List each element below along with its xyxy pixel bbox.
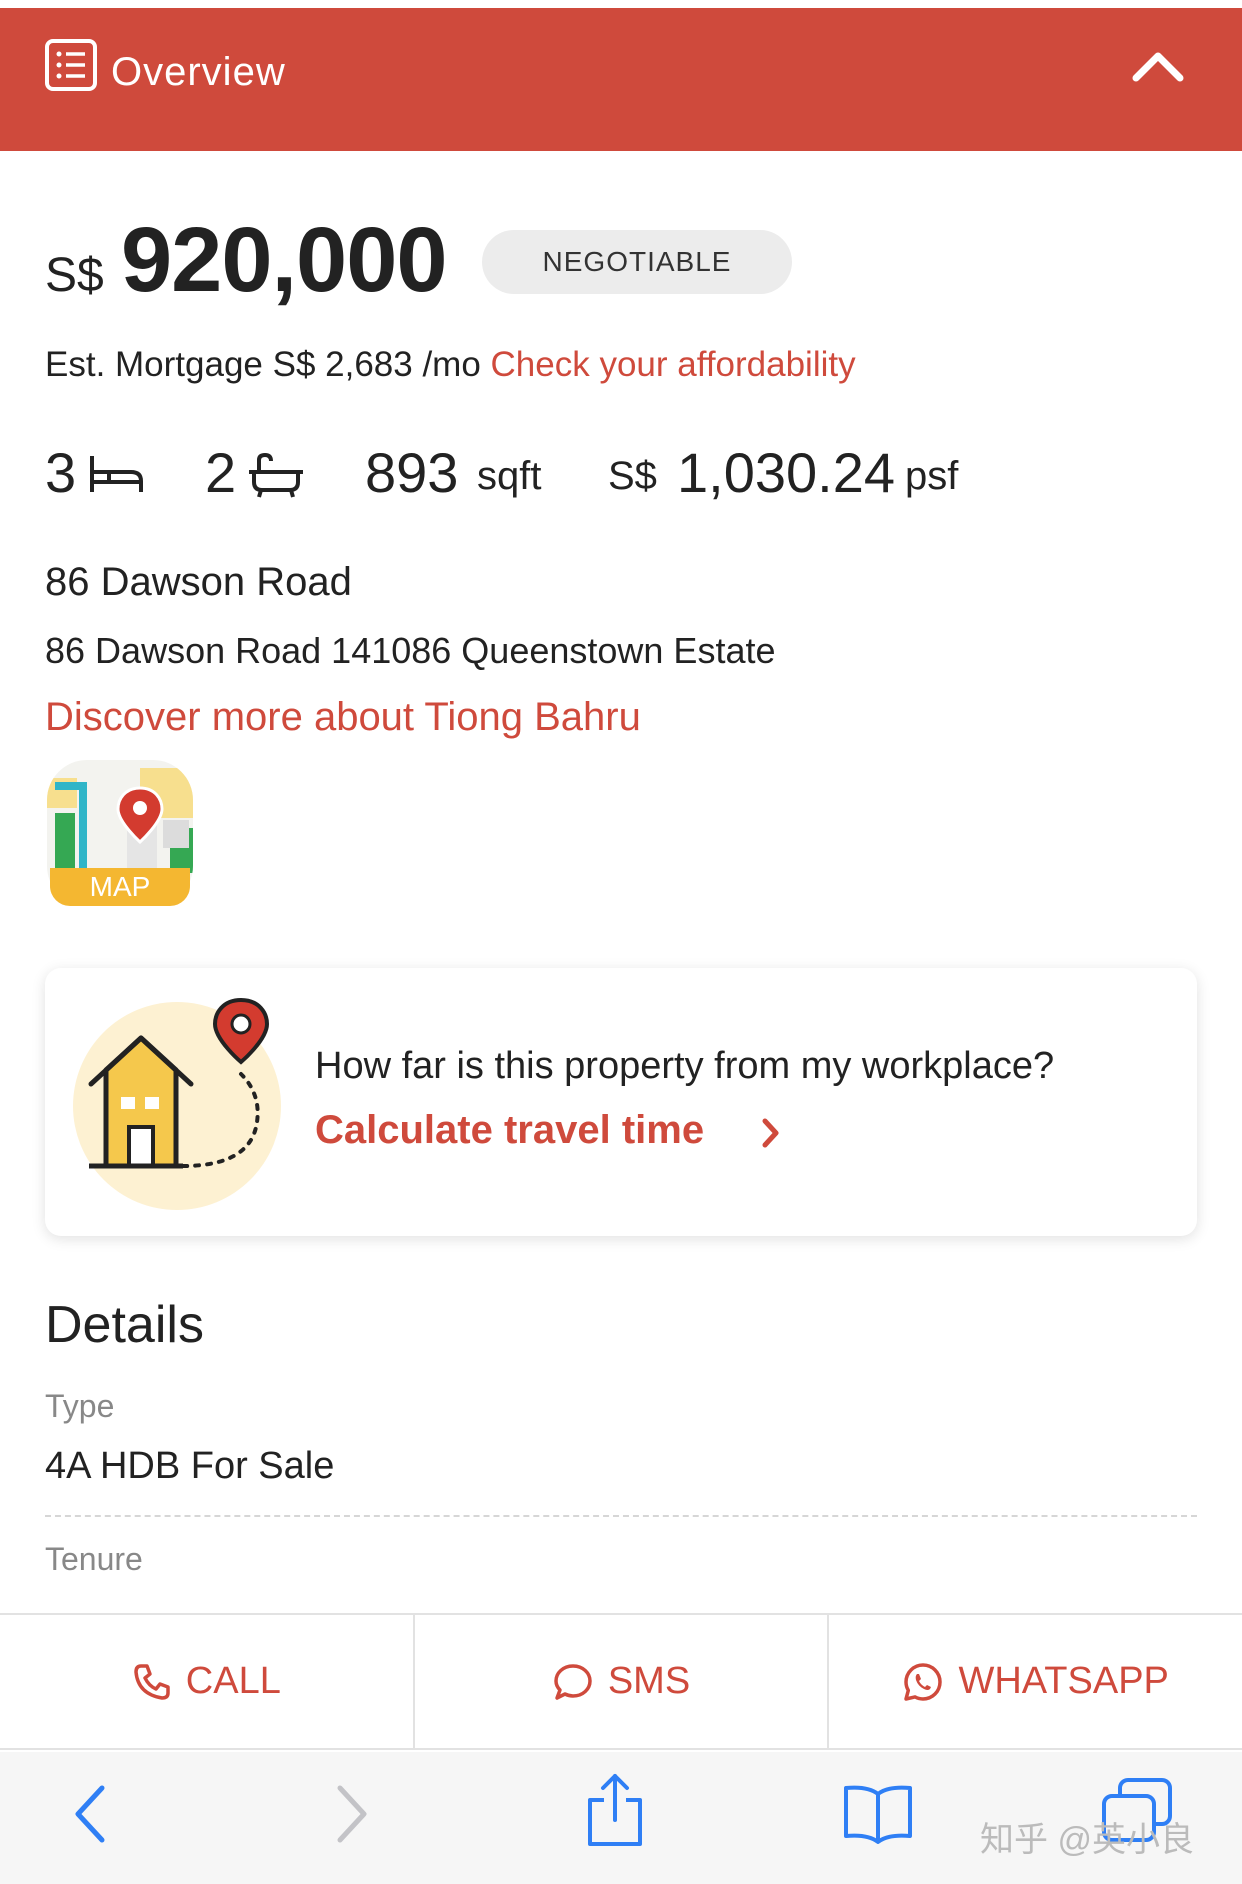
psf-unit: psf	[905, 454, 959, 498]
whatsapp-icon	[904, 1662, 943, 1701]
bed-icon	[90, 456, 143, 492]
list-icon	[45, 39, 97, 91]
chevron-up-icon[interactable]	[1128, 46, 1188, 86]
map-label: MAP	[50, 868, 190, 906]
map-button[interactable]: MAP	[45, 758, 195, 908]
sms-label: SMS	[607, 1660, 691, 1702]
details-heading: Details	[45, 1296, 204, 1354]
chevron-right-icon	[762, 1118, 779, 1148]
contact-action-bar: CALL SMS WHATSAPP	[0, 1613, 1242, 1750]
property-specs: 3 2 893 sqft S$ 1,030.24 psf	[45, 440, 1195, 510]
share-icon[interactable]	[584, 1772, 646, 1848]
call-label: CALL	[185, 1660, 281, 1702]
address-full: 86 Dawson Road 141086 Queenstown Estate	[45, 630, 776, 671]
area-unit: sqft	[477, 454, 542, 498]
whatsapp-label: WHATSAPP	[958, 1660, 1169, 1702]
discover-area-link[interactable]: Discover more about Tiong Bahru	[45, 695, 641, 740]
house-route-illustration	[73, 997, 281, 1210]
area-value: 893	[365, 441, 459, 504]
calculate-travel-link[interactable]: Calculate travel time	[315, 1108, 704, 1153]
address-title: 86 Dawson Road	[45, 560, 352, 604]
whatsapp-button[interactable]: WHATSAPP	[827, 1615, 1242, 1748]
mortgage-text: Est. Mortgage S$ 2,683 /mo	[45, 345, 491, 384]
header-title: Overview	[111, 50, 286, 94]
phone-icon	[134, 1663, 170, 1700]
forward-icon[interactable]	[332, 1780, 372, 1848]
bathroom-count: 2	[205, 441, 237, 504]
bedroom-count: 3	[45, 441, 77, 504]
chat-bubble-icon	[554, 1663, 592, 1700]
travel-question: How far is this property from my workpla…	[315, 1045, 1055, 1087]
bathtub-icon	[249, 452, 303, 498]
psf-value: 1,030.24	[677, 441, 895, 504]
price-value: 920,000	[121, 209, 448, 311]
call-button[interactable]: CALL	[0, 1615, 413, 1748]
overview-header[interactable]: Overview	[0, 8, 1242, 151]
sms-button[interactable]: SMS	[412, 1615, 828, 1748]
price-currency: S$	[45, 249, 104, 302]
divider	[45, 1515, 1197, 1517]
affordability-link[interactable]: Check your affordability	[491, 345, 856, 384]
watermark: 知乎 @英小良	[980, 1821, 1194, 1859]
type-label: Type	[45, 1388, 115, 1424]
negotiable-badge: NEGOTIABLE	[482, 230, 792, 294]
type-value: 4A HDB For Sale	[45, 1445, 335, 1487]
bookmarks-icon[interactable]	[842, 1782, 914, 1844]
back-icon[interactable]	[70, 1780, 110, 1848]
tenure-label: Tenure	[45, 1541, 143, 1577]
mortgage-estimate: Est. Mortgage S$ 2,683 /mo Check your af…	[45, 345, 856, 385]
psf-currency: S$	[608, 454, 657, 498]
travel-time-card[interactable]: How far is this property from my workpla…	[45, 968, 1197, 1236]
